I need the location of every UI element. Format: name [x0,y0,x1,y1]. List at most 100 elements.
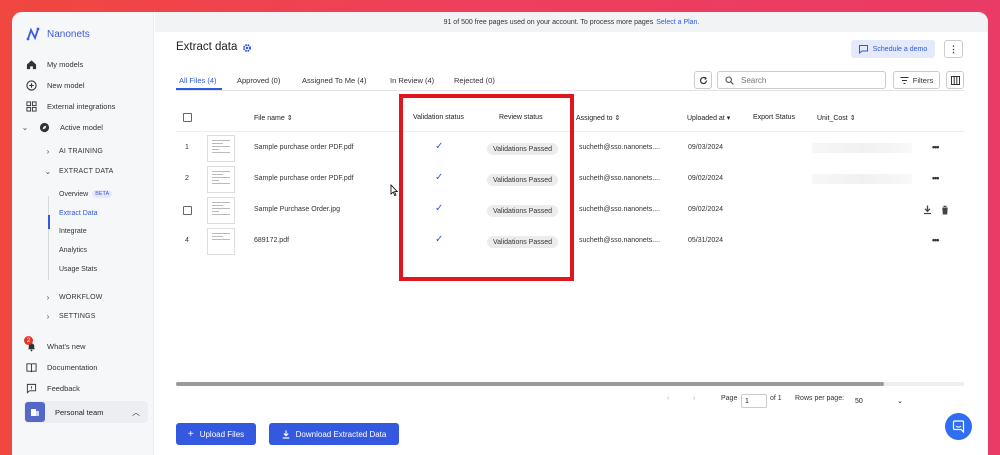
chat-bubble-icon [952,420,965,433]
blurred-cell [812,174,912,184]
file-thumbnail[interactable] [207,166,235,193]
rows-value: 50 [855,397,863,405]
sidebar-sub-integrate[interactable]: Integrate [59,224,87,238]
sort-icon: ⇕ [849,115,856,122]
column-header-unit-cost[interactable]: Unit_Cost ⇕ [817,114,856,122]
sidebar-item-label: Documentation [47,362,98,372]
uploaded-at-value: 05/31/2024 [688,237,724,244]
upload-files-button[interactable]: + Upload Files [176,423,256,445]
file-thumbnail[interactable] [207,228,235,255]
select-all-checkbox[interactable] [183,113,192,122]
select-plan-link[interactable]: Select a Plan. [656,19,699,26]
section-label: WORKFLOW [59,293,103,301]
beta-badge: BETA [92,190,113,198]
button-label: Download Extracted Data [295,429,387,439]
sidebar-sub-usage-stats[interactable]: Usage Stats [59,262,97,276]
sidebar-item-documentation[interactable]: Documentation [26,360,97,374]
button-label: Schedule a demo [872,45,928,53]
page-title: Extract data [176,41,238,53]
assigned-to-value: sucheth@sso.nanonets.... [579,237,661,244]
tab-in-review[interactable]: In Review (4) [390,76,434,85]
sidebar-item-label: External integrations [47,101,116,111]
filter-icon [900,76,909,84]
refresh-icon [699,76,707,84]
download-icon[interactable] [923,205,932,215]
rows-per-page-label: Rows per page: [795,395,845,402]
file-name-link[interactable]: Sample purchase order PDF.pdf [254,175,354,182]
file-thumbnail[interactable] [207,135,235,162]
search-input[interactable] [741,75,871,85]
sort-desc-icon: ▾ [726,115,731,122]
chevron-down-icon: ⌄ [21,122,29,132]
sidebar-item-whats-new[interactable]: What's new [26,339,86,353]
sidebar-item-label: Active model [60,122,103,132]
tab-assigned-to-me[interactable]: Assigned To Me (4) [302,76,366,85]
rows-per-page-select[interactable]: 50 ⌄ [852,394,906,408]
sidebar-section-extract-data[interactable]: ⌄ EXTRACT DATA [44,164,114,178]
next-page-button[interactable]: › [693,395,695,402]
tab-all-files[interactable]: All Files (4) [179,76,217,85]
delete-icon[interactable] [941,205,949,215]
row-checkbox[interactable] [183,206,192,215]
row-more-options-button[interactable]: ••• [932,142,940,152]
tab-rejected[interactable]: Rejected (0) [454,76,495,85]
team-avatar [25,402,45,422]
sidebar-sub-extract-data[interactable]: Extract Data [59,206,98,220]
filters-button[interactable]: Filters [893,71,940,89]
gear-icon[interactable] [242,43,252,53]
download-icon [282,430,289,439]
team-switcher[interactable]: Personal team ︿ [24,401,148,423]
sidebar-section-ai-training[interactable]: › AI TRAINING [44,144,103,158]
prev-page-button[interactable]: ‹ [667,395,669,402]
download-extracted-data-button[interactable]: Download Extracted Data [269,423,399,445]
column-header-file-name[interactable]: File name ⇕ [254,114,293,122]
sidebar-section-workflow[interactable]: › WORKFLOW [44,290,103,304]
file-name-link[interactable]: Sample Purchase Order.jpg [254,206,340,213]
mouse-cursor-icon [390,184,398,196]
app-window: Nanonets My models New model External in… [12,12,988,455]
search-box[interactable] [717,71,886,89]
sidebar-item-feedback[interactable]: Feedback [26,381,80,395]
chat-launcher-button[interactable] [945,413,972,440]
horizontal-scrollbar-thumb[interactable] [176,382,884,386]
sidebar-sub-overview[interactable]: Overview BETA [59,187,113,201]
columns-button[interactable] [946,71,964,89]
button-label: Upload Files [199,429,245,439]
chevron-down-icon: ⌄ [44,166,52,176]
brand-logo[interactable]: Nanonets [26,27,90,41]
section-label: SETTINGS [59,312,96,320]
file-name-link[interactable]: 689172.pdf [254,237,289,244]
more-options-button[interactable]: ⋮ [944,40,963,58]
file-thumbnail[interactable] [207,197,235,224]
highlight-annotation [399,94,574,281]
sidebar-item-active-model[interactable]: ⌄ Active model [21,120,103,134]
feedback-icon [26,383,37,394]
column-header-uploaded-at[interactable]: Uploaded at ▾ [687,114,730,122]
chevron-right-icon: › [46,146,50,156]
refresh-button[interactable] [694,71,712,89]
header-label: File name [254,115,285,122]
brand-name: Nanonets [47,28,90,40]
row-more-options-button[interactable]: ••• [932,173,940,183]
sub-label: Usage Stats [59,265,98,273]
sidebar-section-settings[interactable]: › SETTINGS [44,309,96,323]
notification-badge: 2 [24,336,33,345]
schedule-demo-button[interactable]: Schedule a demo [851,40,935,58]
search-icon [725,75,734,85]
submenu-guide-line [48,196,49,280]
sidebar-item-my-models[interactable]: My models [26,57,83,71]
building-icon [31,409,39,416]
sidebar-item-new-model[interactable]: New model [26,78,85,92]
sidebar-sub-analytics[interactable]: Analytics [59,243,87,257]
sidebar-item-external-integrations[interactable]: External integrations [26,99,115,113]
sort-icon: ⇕ [614,115,621,122]
column-header-assigned-to[interactable]: Assigned to ⇕ [576,114,620,122]
file-name-link[interactable]: Sample purchase order PDF.pdf [254,144,354,151]
submenu-active-indicator [48,215,50,229]
page-number-input[interactable]: 1 [741,394,767,408]
tab-approved[interactable]: Approved (0) [237,76,280,85]
row-more-options-button[interactable]: ••• [932,235,940,245]
page-label: Page [721,395,738,402]
uploaded-at-value: 09/02/2024 [688,206,724,213]
sub-label: Analytics [59,246,88,254]
